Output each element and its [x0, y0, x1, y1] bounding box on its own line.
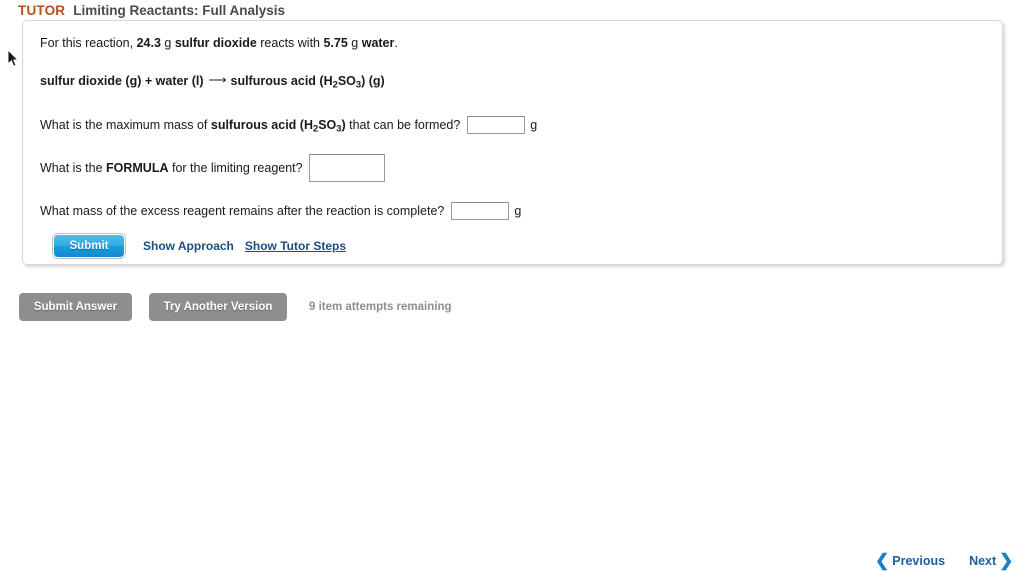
mouse-cursor-icon: [8, 50, 20, 67]
mass-1-unit: g: [160, 36, 175, 50]
question-1-text: What is the maximum mass of sulfurous ac…: [40, 118, 460, 133]
equation-state-b: (l): [188, 74, 204, 88]
previous-button[interactable]: ❮ Previous: [875, 552, 945, 569]
chemical-equation: sulfur dioxide (g) + water (l) ⟶ sulfurous…: [40, 73, 992, 92]
q1-post: that can be formed?: [345, 117, 461, 132]
next-label: Next: [969, 553, 997, 568]
mass-2-unit: g: [347, 36, 362, 50]
page-header: TUTOR Limiting Reactants: Full Analysis: [18, 3, 285, 18]
show-approach-link[interactable]: Show Approach: [143, 239, 234, 253]
footer-action-row: Submit Answer Try Another Version 9 item…: [19, 293, 452, 321]
prompt-period: .: [394, 36, 398, 50]
question-3-text: What mass of the excess reagent remains …: [40, 204, 445, 219]
question-row-2: What is the FORMULA for the limiting rea…: [40, 154, 992, 183]
attempts-remaining-label: 9 item attempts remaining: [309, 301, 452, 313]
limiting-reagent-formula-input[interactable]: [308, 154, 385, 183]
q1-unit-label: g: [530, 118, 538, 133]
mass-1-value: 24.3: [136, 36, 161, 50]
prompt-prefix: For this reaction,: [40, 36, 137, 50]
question-row-1: What is the maximum mass of sulfurous ac…: [40, 116, 992, 135]
q1-pre: What is the maximum mass of: [40, 117, 211, 132]
question-panel: For this reaction, 24.3 g sulfur dioxide…: [22, 20, 1003, 265]
q2-post: for the limiting reagent?: [168, 161, 303, 176]
mass-2-value: 5.75: [323, 36, 348, 50]
show-tutor-steps-link[interactable]: Show Tutor Steps: [245, 239, 346, 253]
next-button[interactable]: Next ❯: [969, 552, 1013, 569]
q2-pre: What is the: [40, 161, 106, 176]
equation-reactant-b: water: [155, 74, 189, 88]
equation-product: sulfurous acid (H: [230, 74, 333, 88]
chevron-right-icon: ❯: [999, 551, 1014, 570]
equation-plus: +: [141, 74, 156, 88]
question-2-text: What is the FORMULA for the limiting rea…: [40, 161, 303, 175]
equation-state-c: (g): [365, 74, 385, 88]
equation-state-a: (g): [121, 74, 142, 88]
q2-formula-keyword: FORMULA: [106, 161, 169, 176]
mass-product-input[interactable]: [467, 116, 526, 135]
tutor-badge: TUTOR: [18, 3, 66, 18]
submit-answer-button[interactable]: Submit Answer: [19, 293, 132, 321]
submit-button[interactable]: Submit: [53, 234, 125, 258]
equation-reactant-a: sulfur dioxide: [40, 74, 122, 88]
reactant-1-name: sulfur dioxide: [174, 36, 257, 50]
reaction-prompt: For this reaction, 24.3 g sulfur dioxide…: [40, 35, 992, 51]
chevron-left-icon: ❮: [875, 551, 890, 570]
question-body: For this reaction, 24.3 g sulfur dioxide…: [40, 35, 992, 221]
q1-compound-b: SO: [318, 117, 337, 132]
q1-compound-a: sulfurous acid (H: [210, 117, 313, 132]
question-row-3: What mass of the excess reagent remains …: [40, 202, 992, 221]
try-another-version-button[interactable]: Try Another Version: [149, 293, 287, 321]
previous-label: Previous: [892, 553, 946, 568]
panel-action-row: Submit Show Approach Show Tutor Steps: [53, 234, 346, 258]
reactant-2-name: water: [361, 36, 395, 50]
prompt-connector: reacts with: [256, 36, 324, 50]
equation-product-mid: SO: [337, 74, 356, 88]
reaction-arrow-icon: ⟶: [208, 73, 227, 87]
pagination-nav: ❮ Previous Next ❯: [875, 552, 1013, 569]
q3-unit-label: g: [514, 204, 522, 219]
excess-reagent-mass-input[interactable]: [451, 202, 510, 221]
page-title: Limiting Reactants: Full Analysis: [73, 3, 286, 18]
